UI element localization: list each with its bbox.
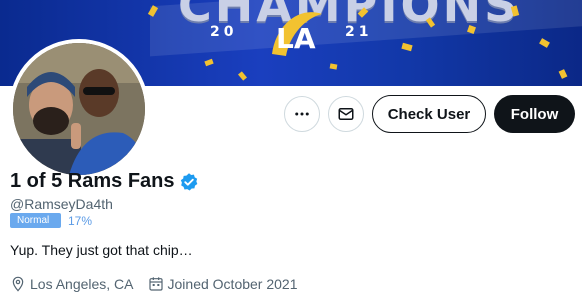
profile-avatar[interactable]: [9, 39, 149, 179]
svg-text:LA: LA: [276, 22, 316, 55]
mail-icon: [338, 108, 354, 120]
check-user-button[interactable]: Check User: [372, 95, 486, 133]
profile-meta: Los Angeles, CA Joined October 2021: [10, 276, 312, 292]
joined-item: Joined October 2021: [148, 276, 298, 292]
more-horizontal-icon: [295, 112, 309, 116]
banner-year-right: 21: [345, 24, 373, 40]
status-badge: Normal: [10, 213, 61, 228]
message-button[interactable]: [328, 96, 364, 132]
avatar-photo: [13, 43, 145, 175]
rams-la-logo: LA: [272, 12, 322, 56]
location-text: Los Angeles, CA: [30, 276, 134, 292]
joined-text: Joined October 2021: [167, 276, 298, 292]
more-button[interactable]: [284, 96, 320, 132]
user-handle: @RamseyDa4th: [10, 196, 113, 212]
confetti: [401, 42, 413, 52]
display-name: 1 of 5 Rams Fans: [10, 170, 175, 192]
verified-badge-icon[interactable]: [179, 172, 199, 192]
calendar-icon: [148, 277, 163, 291]
confetti: [558, 69, 568, 79]
status-row: Normal 17%: [10, 213, 92, 228]
banner-year-left: 20: [210, 24, 238, 40]
confetti: [329, 63, 338, 70]
profile-bio: Yup. They just got that chip…: [10, 242, 193, 258]
confetti: [204, 58, 214, 67]
confetti: [539, 38, 550, 48]
confetti: [238, 71, 247, 81]
location-item: Los Angeles, CA: [10, 276, 134, 292]
status-percent: 17%: [68, 213, 93, 228]
location-pin-icon: [12, 276, 24, 292]
follow-button[interactable]: Follow: [494, 95, 575, 133]
display-name-row: 1 of 5 Rams Fans: [10, 170, 199, 193]
